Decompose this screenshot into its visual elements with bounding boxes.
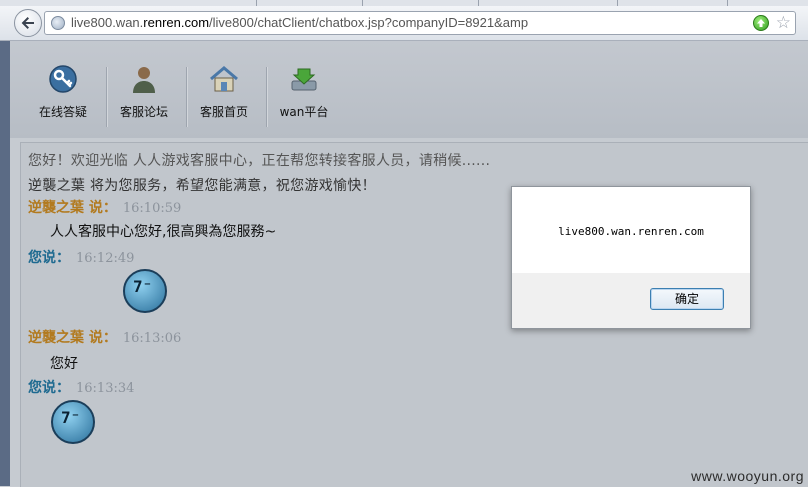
message-header: 您说： 16:12:49 bbox=[28, 250, 135, 266]
emoticon-icon: 7⁻ bbox=[123, 269, 167, 313]
back-arrow-icon bbox=[21, 17, 34, 29]
home-icon bbox=[208, 63, 240, 95]
toolbar-item-wan-platform[interactable]: wan平台 bbox=[264, 63, 344, 120]
go-arrow-icon[interactable] bbox=[753, 15, 769, 31]
globe-icon bbox=[51, 16, 65, 30]
user-icon bbox=[128, 63, 160, 95]
toolbar-item-online-qa[interactable]: 在线答疑 bbox=[23, 63, 103, 120]
download-tray-icon bbox=[288, 63, 320, 95]
toolbar-item-label: 客服首页 bbox=[199, 105, 248, 119]
back-button[interactable] bbox=[14, 9, 42, 37]
key-icon bbox=[47, 63, 79, 95]
chat-toolbar: 在线答疑 客服论坛 客服首页 wan平台 bbox=[10, 41, 808, 138]
emoticon-icon: 7⁻ bbox=[51, 400, 95, 444]
toolbar-item-forum[interactable]: 客服论坛 bbox=[104, 63, 184, 120]
alert-body: live800.wan.renren.com bbox=[512, 187, 750, 273]
message-text: 您好 bbox=[50, 356, 78, 372]
address-bar[interactable]: live800.wan.renren.com/live800/chatClien… bbox=[44, 11, 796, 35]
message-header: 您说： 16:13:34 bbox=[28, 380, 135, 396]
ok-button[interactable]: 确定 bbox=[650, 288, 724, 310]
alert-message: live800.wan.renren.com bbox=[558, 225, 704, 238]
message-text: 人人客服中心您好,很高興為您服務~ bbox=[50, 224, 277, 240]
system-message: 逆襲之葉 将为您服务，希望您能满意，祝您游戏愉快！ bbox=[28, 178, 376, 194]
browser-navigation-bar: live800.wan.renren.com/live800/chatClien… bbox=[0, 6, 808, 41]
toolbar-item-label: 在线答疑 bbox=[38, 105, 87, 119]
window-left-edge bbox=[0, 41, 10, 486]
alert-dialog: live800.wan.renren.com 确定 bbox=[511, 186, 751, 329]
bookmark-star-icon[interactable]: ☆ bbox=[776, 13, 791, 33]
toolbar-item-label: 客服论坛 bbox=[119, 105, 168, 119]
watermark: www.wooyun.org bbox=[691, 468, 804, 484]
message-header: 逆襲之葉 说： 16:10:59 bbox=[28, 200, 182, 216]
toolbar-item-home[interactable]: 客服首页 bbox=[184, 63, 264, 120]
url-text: live800.wan.renren.com/live800/chatClien… bbox=[71, 15, 529, 30]
toolbar-item-label: wan平台 bbox=[279, 105, 329, 119]
message-header: 逆襲之葉 说： 16:13:06 bbox=[28, 330, 182, 346]
system-message: 您好！欢迎光临 人人游戏客服中心，正在帮您转接客服人员，请稍候...... bbox=[28, 153, 491, 169]
